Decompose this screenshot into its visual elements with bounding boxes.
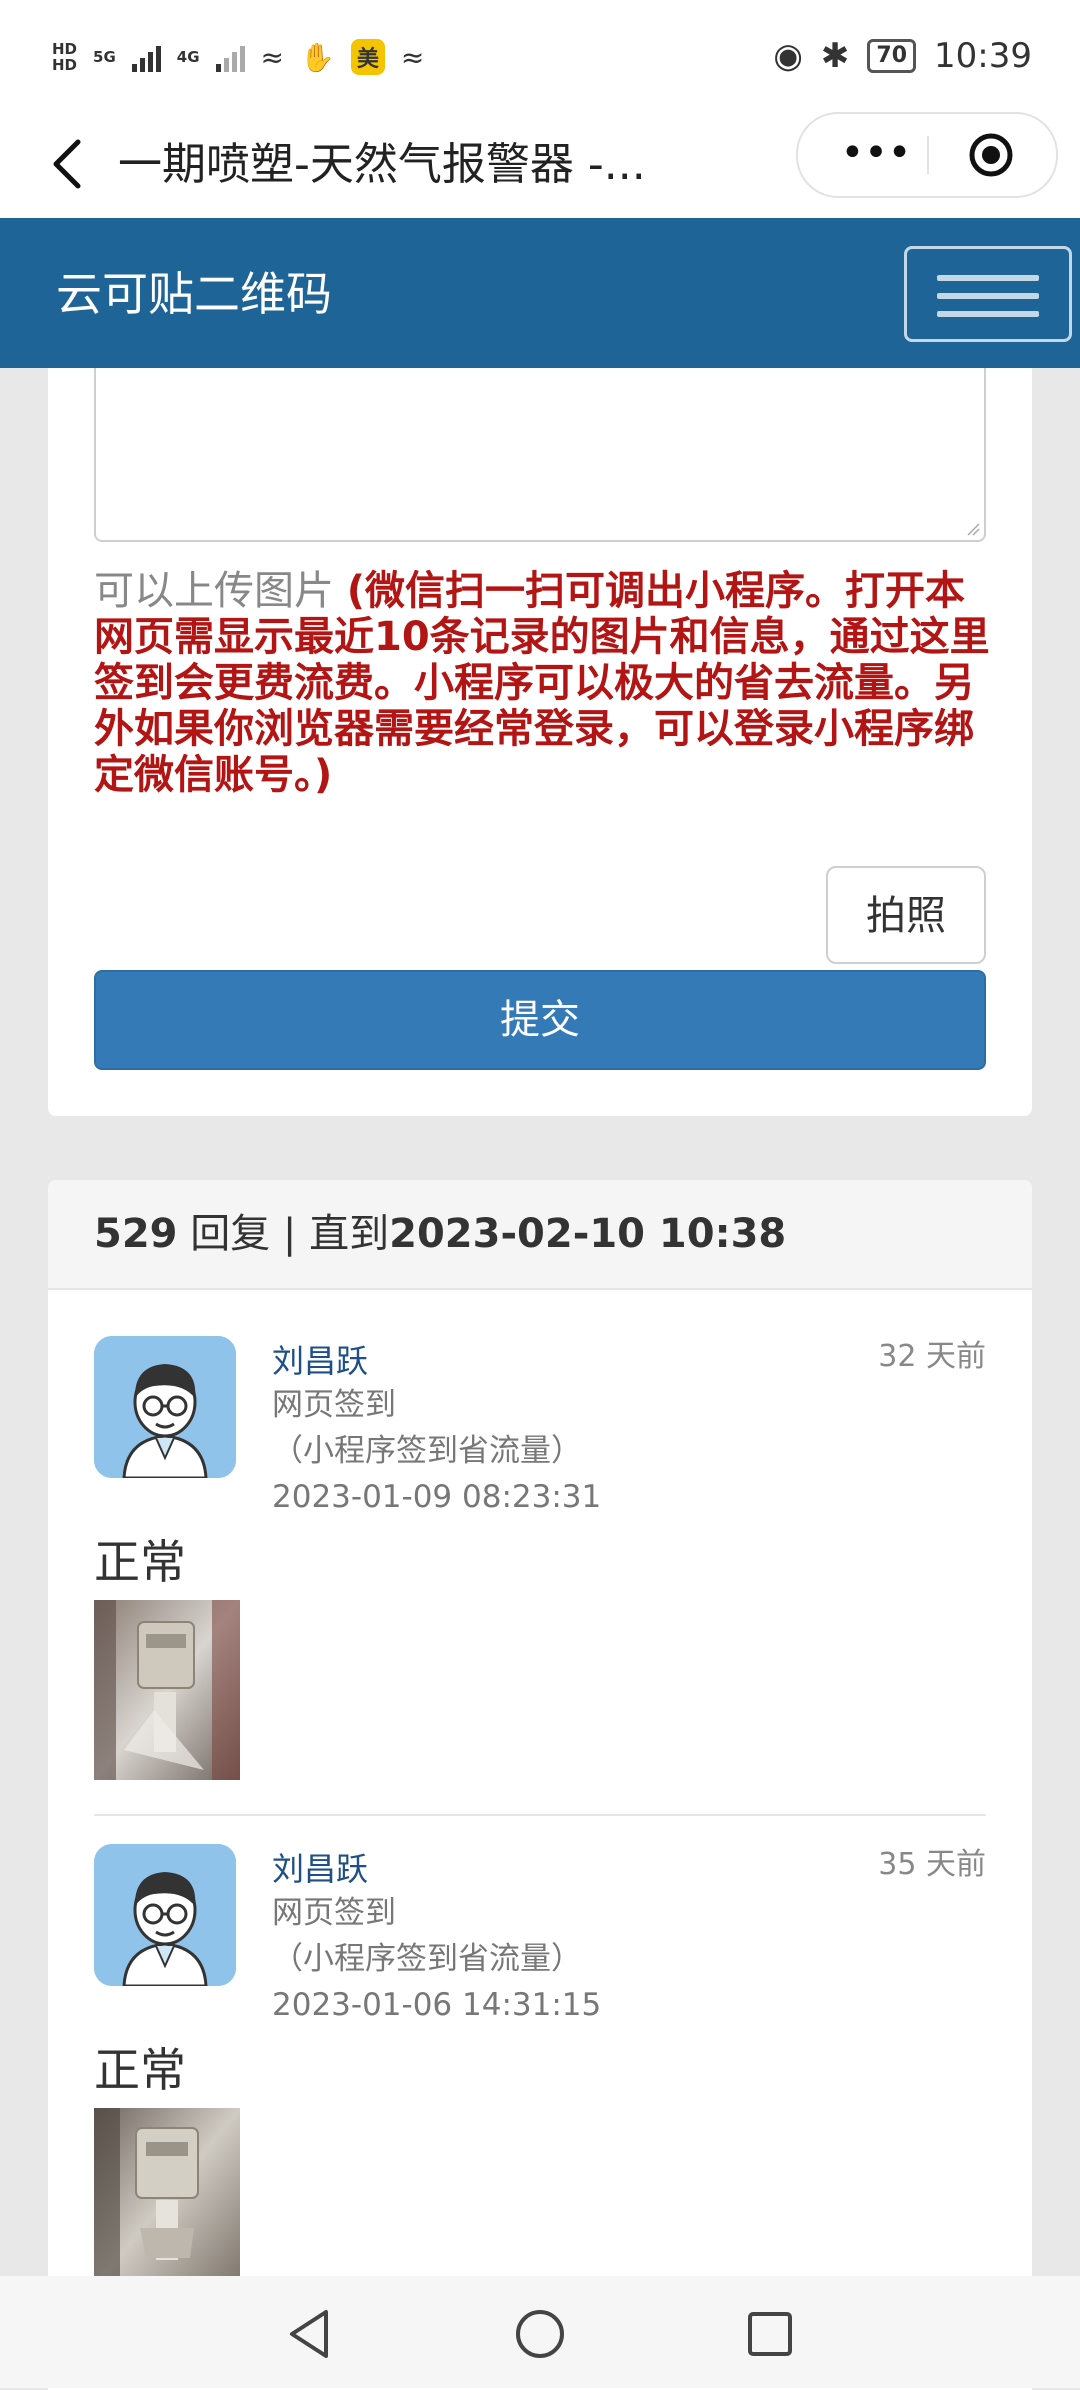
replies-label: 回复 | 直到 (190, 1211, 390, 1257)
site-navbar: 云可贴二维码 (0, 218, 1080, 368)
meituan-icon: 美 (350, 39, 385, 75)
reply-photo[interactable] (94, 1600, 240, 1780)
replies-until: 2023-02-10 10:38 (389, 1211, 787, 1257)
menu-icon[interactable] (904, 246, 1072, 342)
reply-item: 刘昌跃 网页签到 （小程序签到省流量） 2023-01-06 14:31:15 … (94, 1844, 986, 2304)
reply-status: 正常 (94, 1535, 186, 1589)
reply-author[interactable]: 刘昌跃 (272, 1848, 368, 1890)
battery-icon: 70 (867, 39, 917, 73)
clock: 10:39 (934, 36, 1032, 76)
reply-datetime: 2023-01-06 14:31:15 (272, 1987, 602, 2023)
net-4g-label: 4G (176, 48, 200, 66)
page-title: 一期喷塑-天然气报警器 -... (118, 139, 646, 190)
target-icon[interactable] (968, 132, 1014, 178)
signal-icon (131, 42, 161, 72)
checkin-form-card: 可以上传图片 (微信扫一扫可调出小程序。打开本网页需显示最近10条记录的图片和信… (48, 368, 1032, 1116)
reply-ago: 32 天前 (878, 1339, 986, 1374)
hd-label-1: HD (52, 40, 78, 58)
replies-header: 529 回复 | 直到2023-02-10 10:38 (48, 1180, 1032, 1290)
reply-author[interactable]: 刘昌跃 (272, 1340, 368, 1382)
submit-button[interactable]: 提交 (94, 970, 986, 1070)
reply-tip[interactable]: （小程序签到省流量） (272, 1938, 582, 1980)
replies-summary: 529 回复 | 直到2023-02-10 10:38 (94, 1204, 786, 1264)
nav-back-icon[interactable] (282, 2306, 338, 2362)
reply-method: 网页签到 (272, 1387, 396, 1423)
net-5g-label: 5G (93, 48, 116, 66)
signal-weak-icon (215, 42, 245, 72)
status-right: ◉ ✱ 70 10:39 (773, 36, 1032, 76)
gas-alarm-photo (94, 2108, 240, 2288)
gas-alarm-photo (94, 1600, 240, 1780)
bluetooth-icon: ✱ (820, 36, 850, 76)
resize-grip-icon[interactable] (966, 522, 980, 536)
app-notify-icon-2: ≈ (400, 40, 425, 74)
mini-program-capsule: ••• (796, 112, 1058, 198)
reply-status: 正常 (94, 2043, 186, 2097)
system-nav-bar (0, 2276, 1080, 2388)
reply-item: 刘昌跃 网页签到 （小程序签到省流量） 2023-01-09 08:23:31 … (94, 1336, 986, 1796)
reply-datetime: 2023-01-09 08:23:31 (272, 1479, 602, 1515)
hd-indicator: HD HD (52, 41, 77, 73)
eye-icon: ◉ (773, 36, 803, 76)
reply-divider (94, 1814, 986, 1816)
reply-photo[interactable] (94, 2108, 240, 2288)
reply-count: 529 (94, 1211, 178, 1257)
status-left: HD HD 5G 4G ≈ ✋ 美 ≈ (52, 34, 424, 80)
reply-ago: 35 天前 (878, 1847, 986, 1882)
avatar-icon[interactable] (94, 1336, 236, 1478)
app-notify-icon: ≈ (260, 40, 284, 74)
hand-icon: ✋ (299, 40, 335, 74)
nav-recents-icon[interactable] (742, 2306, 798, 2362)
reply-method: 网页签到 (272, 1895, 396, 1931)
site-brand[interactable]: 云可贴二维码 (56, 264, 332, 324)
more-icon[interactable]: ••• (826, 114, 926, 196)
upload-hint: 可以上传图片 (微信扫一扫可调出小程序。打开本网页需显示最近10条记录的图片和信… (94, 568, 994, 798)
nav-home-icon[interactable] (512, 2306, 568, 2362)
doctor-avatar-icon (94, 1336, 236, 1478)
status-bar: HD HD 5G 4G ≈ ✋ 美 ≈ ◉ ✱ 70 10:39 (0, 0, 1080, 112)
upload-hint-label: 可以上传图片 (94, 568, 334, 614)
take-photo-button[interactable]: 拍照 (826, 866, 986, 964)
replies-card: 529 回复 | 直到2023-02-10 10:38 刘昌跃 网页签到 （小程… (48, 1180, 1032, 2390)
doctor-avatar-icon (94, 1844, 236, 1986)
back-icon[interactable] (40, 134, 100, 194)
reply-tip[interactable]: （小程序签到省流量） (272, 1430, 582, 1472)
hd-label-2: HD (52, 56, 78, 74)
capsule-divider (927, 136, 929, 174)
message-textarea[interactable] (94, 368, 986, 542)
avatar-icon[interactable] (94, 1844, 236, 1986)
